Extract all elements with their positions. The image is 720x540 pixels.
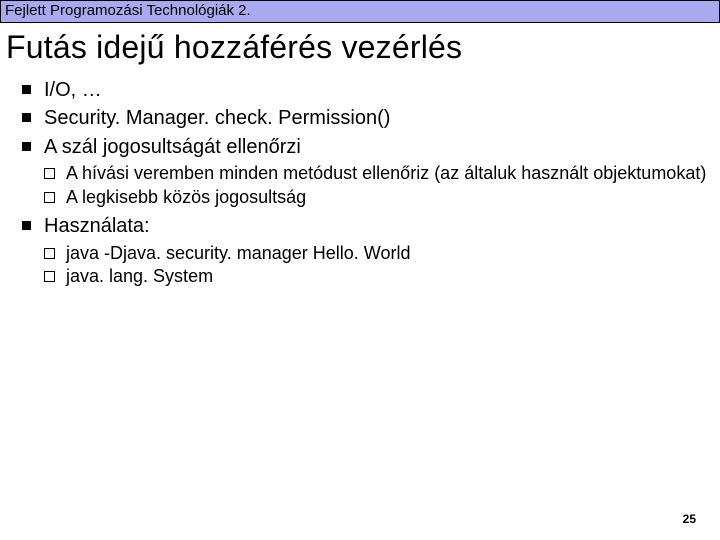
bullet-item: A szál jogosultságát ellenőrzi A hívási …	[22, 135, 708, 209]
sub-bullet-text: java -Djava. security. manager Hello. Wo…	[66, 243, 410, 263]
sub-bullet-text: java. lang. System	[66, 266, 213, 286]
header-bar: Fejlett Programozási Technológiák 2.	[0, 0, 720, 23]
sub-bullet-item: java -Djava. security. manager Hello. Wo…	[44, 243, 708, 265]
bullet-text: Security. Manager. check. Permission()	[44, 107, 390, 129]
page-number: 25	[683, 512, 696, 526]
bullet-item: I/O, …	[22, 78, 708, 102]
bullet-list: I/O, … Security. Manager. check. Permiss…	[22, 78, 708, 288]
sub-bullet-item: java. lang. System	[44, 266, 708, 288]
slide: Fejlett Programozási Technológiák 2. Fut…	[0, 0, 720, 540]
bullet-text: I/O, …	[44, 79, 102, 101]
bullet-item: Használata: java -Djava. security. manag…	[22, 214, 708, 288]
sub-bullet-list: A hívási veremben minden metódust ellenő…	[44, 163, 708, 208]
slide-title: Futás idejű hozzáférés vezérlés	[0, 23, 720, 74]
sub-bullet-item: A hívási veremben minden metódust ellenő…	[44, 163, 708, 185]
sub-bullet-list: java -Djava. security. manager Hello. Wo…	[44, 243, 708, 288]
sub-bullet-text: A legkisebb közös jogosultság	[66, 187, 306, 207]
bullet-text: A szál jogosultságát ellenőrzi	[44, 136, 301, 158]
bullet-text: Használata:	[44, 215, 150, 237]
sub-bullet-text: A hívási veremben minden metódust ellenő…	[66, 163, 706, 183]
sub-bullet-item: A legkisebb közös jogosultság	[44, 187, 708, 209]
header-text: Fejlett Programozási Technológiák 2.	[5, 2, 251, 19]
slide-content: I/O, … Security. Manager. check. Permiss…	[0, 78, 720, 288]
bullet-item: Security. Manager. check. Permission()	[22, 106, 708, 130]
